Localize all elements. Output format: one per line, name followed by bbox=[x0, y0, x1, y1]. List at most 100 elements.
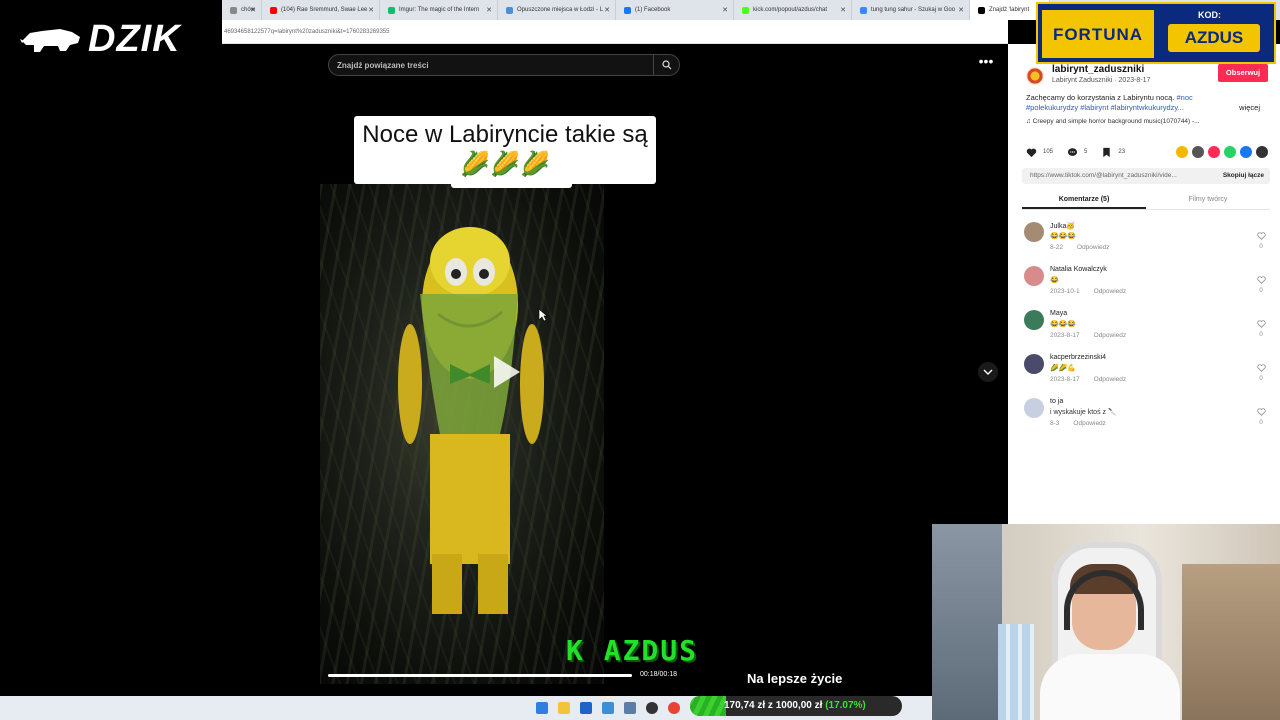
action-bar: 105 5 23 bbox=[1026, 144, 1268, 160]
close-tab-icon[interactable]: ✕ bbox=[368, 6, 374, 14]
comment-author[interactable]: Natalia Kowalczyk bbox=[1050, 266, 1107, 273]
webcam-bottles bbox=[998, 624, 1034, 720]
heart-outline-icon bbox=[1256, 408, 1266, 416]
obs-icon[interactable] bbox=[646, 702, 658, 714]
embed-icon[interactable] bbox=[1192, 146, 1204, 158]
share-buttons bbox=[1176, 146, 1268, 158]
comment-avatar[interactable] bbox=[1024, 266, 1044, 286]
heart-icon bbox=[1026, 148, 1037, 157]
stream-screen: DZIK chów ✕ (104) Rae Sremmurd, Swae Lee ✕ I… bbox=[0, 0, 1280, 720]
comment-item: kacperbrzezinski4 🌽🌽💪 2023-8-17 Odpowiedz 0 bbox=[1024, 354, 1268, 398]
heart-outline-icon bbox=[1256, 320, 1266, 328]
tab-favicon-icon bbox=[230, 6, 237, 14]
chrome-icon[interactable] bbox=[668, 702, 680, 714]
comment-date: 2023-10-1 bbox=[1050, 288, 1080, 295]
like-action[interactable]: 105 bbox=[1026, 147, 1053, 158]
browser-tab[interactable]: Imgur: The magic of the Intern ✕ bbox=[380, 0, 498, 20]
comment-author[interactable]: kacperbrzezinski4 bbox=[1050, 354, 1106, 361]
comment-avatar[interactable] bbox=[1024, 222, 1044, 242]
browser-tab[interactable]: kick.com/popout/azdus/chat ✕ bbox=[734, 0, 852, 20]
more-options-icon[interactable]: ••• bbox=[974, 54, 998, 74]
tab-favicon-icon bbox=[978, 6, 985, 14]
comment-author[interactable]: Julka🥳 bbox=[1050, 222, 1075, 230]
close-tab-icon[interactable]: ✕ bbox=[840, 6, 846, 14]
reply-button[interactable]: Odpowiedz bbox=[1094, 376, 1127, 383]
comment-avatar[interactable] bbox=[1024, 354, 1044, 374]
browser-tab[interactable]: chów ✕ bbox=[222, 0, 262, 20]
comment-like[interactable]: 0 bbox=[1256, 408, 1266, 427]
video-link: https://www.tiktok.com/@labirynt_zaduszn… bbox=[1030, 172, 1177, 179]
file-explorer-icon[interactable] bbox=[558, 702, 570, 714]
browser-tab[interactable]: Opuszczone miejsca w Łodzi - L ✕ bbox=[498, 0, 616, 20]
search-icon bbox=[661, 60, 671, 70]
close-tab-icon[interactable]: ✕ bbox=[486, 6, 492, 14]
reply-button[interactable]: Odpowiedz bbox=[1094, 288, 1127, 295]
close-tab-icon[interactable]: ✕ bbox=[722, 6, 728, 14]
comment-like[interactable]: 0 bbox=[1256, 276, 1266, 295]
reply-button[interactable]: Odpowiedz bbox=[1094, 332, 1127, 339]
video-link-field[interactable]: https://www.tiktok.com/@labirynt_zaduszn… bbox=[1022, 168, 1270, 184]
author-subtitle: Labirynt Zaduszniki · 2023-8-17 bbox=[1052, 77, 1151, 84]
whatsapp-icon[interactable] bbox=[1224, 146, 1236, 158]
mouse-cursor-icon bbox=[538, 308, 548, 322]
address-bar[interactable]: 46934658122577q=labirynt%20zaduszniki&t=… bbox=[222, 20, 1008, 44]
search-button[interactable] bbox=[653, 55, 679, 75]
related-search-input[interactable]: Znajdź powiązane treści bbox=[328, 54, 680, 76]
donation-percent: (17.07%) bbox=[825, 700, 866, 711]
start-icon[interactable] bbox=[536, 702, 548, 714]
close-tab-icon[interactable]: ✕ bbox=[604, 6, 610, 14]
app-icon[interactable] bbox=[602, 702, 614, 714]
corn-costume-figure bbox=[398, 227, 544, 614]
next-video-button[interactable] bbox=[978, 362, 998, 382]
comment-like[interactable]: 0 bbox=[1256, 364, 1266, 383]
comment-avatar[interactable] bbox=[1024, 310, 1044, 330]
window-icon[interactable] bbox=[624, 702, 636, 714]
outlook-icon[interactable] bbox=[580, 702, 592, 714]
comment-author[interactable]: Maya bbox=[1050, 310, 1067, 317]
music-link[interactable]: ♫ Creepy and simple horror background mu… bbox=[1026, 118, 1200, 125]
webcam-person-body bbox=[1040, 654, 1180, 720]
video-progress-bar[interactable] bbox=[328, 674, 632, 677]
comment-like-count: 0 bbox=[1259, 376, 1263, 382]
tab-title: tung tung sahur - Szukaj w Goo bbox=[871, 7, 956, 13]
tab-comments[interactable]: Komentarze (5) bbox=[1022, 192, 1146, 209]
reply-button[interactable]: Odpowiedz bbox=[1073, 420, 1106, 427]
forward-icon[interactable] bbox=[1256, 146, 1268, 158]
tab-creator-videos[interactable]: Filmy twórcy bbox=[1146, 192, 1270, 209]
facebook-icon[interactable] bbox=[1240, 146, 1252, 158]
reply-button[interactable]: Odpowiedz bbox=[1077, 244, 1110, 251]
video-player[interactable] bbox=[320, 184, 604, 684]
save-action[interactable]: 23 bbox=[1101, 147, 1125, 158]
comment-like-count: 0 bbox=[1259, 288, 1263, 294]
copy-link-button[interactable]: Skopiuj łącze bbox=[1223, 172, 1264, 179]
comment-item: to ja i wyskakuje ktoś z 🔪 8-3 Odpowiedz 0 bbox=[1024, 398, 1268, 442]
author-row: labirynt_zaduszniki Labirynt Zaduszniki … bbox=[1026, 64, 1270, 86]
donation-goal-bar: 170,74 zł z 1000,00 zł (17.07%) bbox=[690, 696, 902, 716]
send-icon[interactable] bbox=[1208, 146, 1220, 158]
author-avatar[interactable] bbox=[1026, 67, 1044, 85]
video-time: 00:18/00:18 bbox=[640, 671, 677, 678]
author-handle[interactable]: labirynt_zaduszniki bbox=[1052, 64, 1144, 75]
comment-action[interactable]: 5 bbox=[1067, 147, 1087, 158]
donation-goal-fill bbox=[690, 696, 727, 716]
description-text: Zachęcamy do korzystania z Labiryntu noc… bbox=[1026, 93, 1175, 102]
share-icon[interactable] bbox=[1176, 146, 1188, 158]
chevron-down-icon bbox=[983, 369, 993, 375]
comment-like[interactable]: 0 bbox=[1256, 232, 1266, 251]
comment-author[interactable]: to ja bbox=[1050, 398, 1063, 405]
browser-tab[interactable]: tung tung sahur - Szukaj w Goo ✕ bbox=[852, 0, 970, 20]
follow-button[interactable]: Obserwuj bbox=[1218, 64, 1268, 82]
panel-tabs: Komentarze (5) Filmy twórcy bbox=[1022, 192, 1270, 210]
browser-tab[interactable]: (1) Facebook ✕ bbox=[616, 0, 734, 20]
video-caption: Noce w Labiryncie takie są 🌽🌽🌽 bbox=[354, 116, 656, 184]
close-tab-icon[interactable]: ✕ bbox=[958, 6, 964, 14]
heart-outline-icon bbox=[1256, 364, 1266, 372]
comment-avatar[interactable] bbox=[1024, 398, 1044, 418]
comment-date: 2023-8-17 bbox=[1050, 332, 1080, 339]
comment-meta: 8-22 Odpowiedz bbox=[1050, 244, 1110, 251]
close-tab-icon[interactable]: ✕ bbox=[250, 6, 256, 14]
comment-like[interactable]: 0 bbox=[1256, 320, 1266, 339]
more-link[interactable]: więcej bbox=[1239, 103, 1260, 112]
browser-tab[interactable]: (104) Rae Sremmurd, Swae Lee ✕ bbox=[262, 0, 380, 20]
play-icon[interactable] bbox=[492, 354, 522, 390]
